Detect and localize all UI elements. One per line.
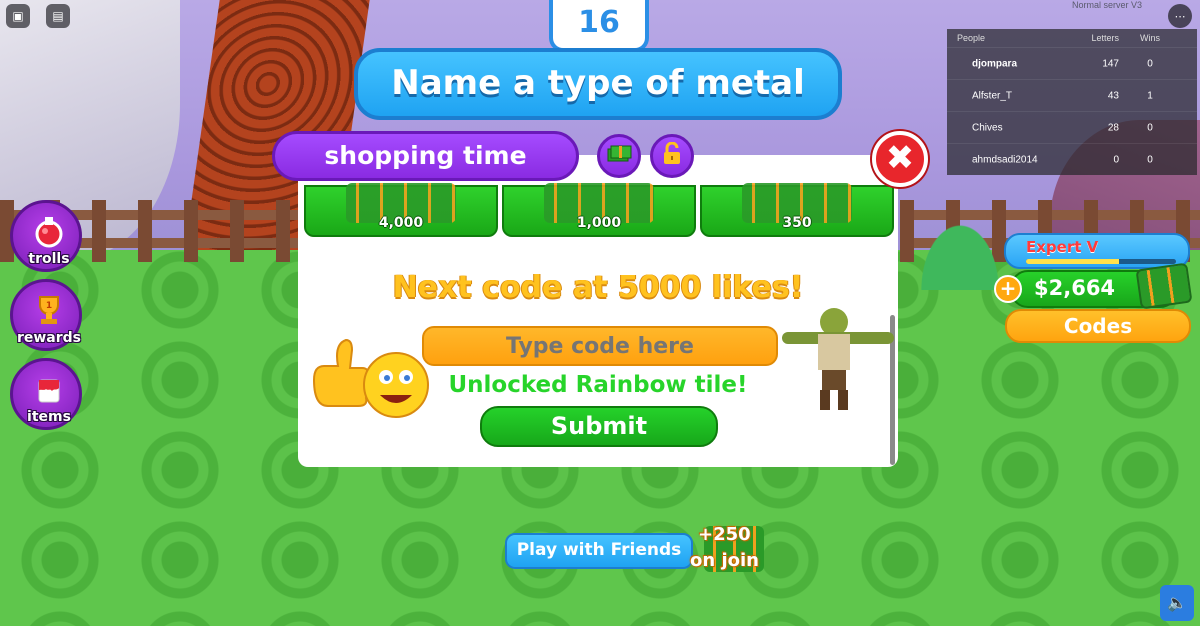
player-name: djompara xyxy=(972,58,1018,69)
leaderboard: People Letters Wins djompara 147 0 Alfst… xyxy=(947,29,1197,175)
player-wins: 0 xyxy=(1147,154,1153,165)
player-letters: 28 xyxy=(1107,122,1119,133)
join-bonus: +250 on join xyxy=(690,522,770,578)
shrek-character xyxy=(782,304,894,412)
rank-progress-fill xyxy=(1026,259,1119,264)
potion-icon xyxy=(29,213,69,249)
close-icon: ✖ xyxy=(885,138,915,178)
player-wins: 0 xyxy=(1147,122,1153,133)
chat-icon: ▤ xyxy=(52,9,64,23)
speaker-muted-icon: 🔈 xyxy=(1167,593,1187,612)
prompt-banner: Name a type of metal xyxy=(354,48,842,120)
roblox-menu-button[interactable]: ▣ xyxy=(6,4,30,28)
bonus-label: on join xyxy=(690,550,759,571)
trophy-icon: 1 xyxy=(29,292,69,328)
leaderboard-row[interactable]: djompara 147 0 xyxy=(947,47,1197,79)
roblox-logo-icon: ▣ xyxy=(12,9,24,23)
code-input[interactable] xyxy=(422,326,778,366)
rank-label: Expert V xyxy=(1026,238,1099,256)
close-button[interactable]: ✖ xyxy=(872,131,928,187)
player-name: Chives xyxy=(972,122,1003,133)
shop-title: shopping time xyxy=(272,131,579,181)
leaderboard-row[interactable]: ahmdsadi2014 0 0 xyxy=(947,143,1197,175)
paint-bucket-icon xyxy=(29,371,69,407)
pack-amount: 4,000 xyxy=(378,215,424,231)
submit-button[interactable]: Submit xyxy=(480,406,718,447)
rank-badge: Expert V xyxy=(1004,233,1190,269)
trolls-label: trolls xyxy=(28,251,70,267)
mute-button[interactable]: 🔈 xyxy=(1160,585,1194,621)
cash-icon xyxy=(606,143,632,170)
leaderboard-header: People Letters Wins xyxy=(947,29,1197,47)
svg-text:1: 1 xyxy=(46,301,52,311)
header-letters: Letters xyxy=(1091,33,1119,43)
rank-progress-bar xyxy=(1026,259,1176,264)
more-options-button[interactable]: ⋯ xyxy=(1168,4,1192,28)
leaderboard-row[interactable]: Chives 28 0 xyxy=(947,111,1197,143)
rewards-label: rewards xyxy=(16,330,82,346)
bonus-amount: +250 xyxy=(698,524,751,545)
pack-amount: 1,000 xyxy=(576,215,622,231)
leaderboard-row[interactable]: Alfster_T 43 1 xyxy=(947,79,1197,111)
cash-icon xyxy=(1135,262,1193,310)
unlock-button[interactable] xyxy=(650,134,694,178)
pack-amount: 350 xyxy=(782,215,812,231)
player-letters: 43 xyxy=(1107,90,1119,101)
header-wins: Wins xyxy=(1140,33,1160,43)
player-letters: 0 xyxy=(1113,154,1119,165)
cash-pack-tile[interactable]: 1,000 xyxy=(502,183,696,237)
rewards-button[interactable]: 1 rewards xyxy=(10,279,82,351)
items-button[interactable]: items xyxy=(10,358,82,430)
unlock-icon xyxy=(661,141,683,171)
player-wins: 1 xyxy=(1147,90,1153,101)
chat-button[interactable]: ▤ xyxy=(46,4,70,28)
ellipsis-icon: ⋯ xyxy=(1174,9,1186,23)
buy-cash-button[interactable]: + xyxy=(994,275,1022,303)
player-name: ahmdsadi2014 xyxy=(972,154,1038,165)
cash-shop-button[interactable] xyxy=(597,134,641,178)
player-name: Alfster_T xyxy=(972,90,1013,101)
header-people: People xyxy=(957,33,986,43)
trolls-button[interactable]: trolls xyxy=(10,200,82,272)
player-wins: 0 xyxy=(1147,58,1153,69)
next-code-text: Next code at 5000 likes! xyxy=(392,270,804,305)
cash-pack-tile[interactable]: 4,000 xyxy=(304,183,498,237)
server-label: Normal server V3 xyxy=(1072,0,1143,10)
player-letters: 147 xyxy=(1102,58,1119,69)
round-counter: 16 xyxy=(549,0,649,52)
thumbs-up-emoji xyxy=(306,335,430,425)
codes-button[interactable]: Codes xyxy=(1005,309,1191,343)
cash-pack-tile[interactable]: 350 xyxy=(700,183,894,237)
items-label: items xyxy=(27,409,71,425)
play-with-friends-button[interactable]: Play with Friends xyxy=(505,533,693,569)
